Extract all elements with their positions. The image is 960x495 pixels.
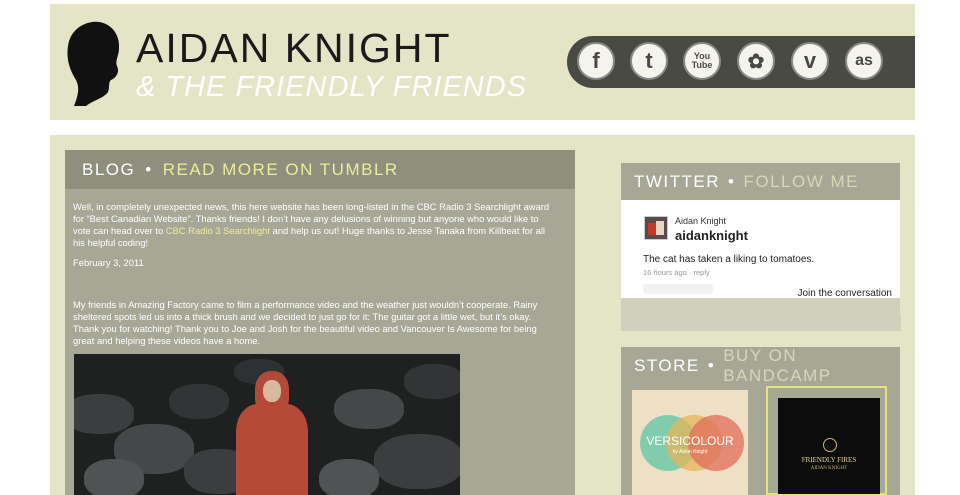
cbc-searchlight-link[interactable]: CBC Radio 3 Searchlight <box>166 225 270 236</box>
tweet-time[interactable]: 16 hours ago <box>643 268 687 277</box>
store-heading: STORE <box>634 355 700 375</box>
twitter-avatar[interactable] <box>644 216 668 240</box>
store-panel: STORE • BUY ON BANDCAMP VERSICOLOUR by A… <box>621 346 900 495</box>
blog-heading-separator: • <box>145 159 153 179</box>
tweet-meta-dot: · <box>688 268 692 277</box>
album1-title: VERSICOLOUR <box>646 434 734 448</box>
site-subtitle: & THE FRIENDLY FRIENDS <box>136 71 528 103</box>
twitter-footer <box>621 298 900 331</box>
twitter-footer-notch <box>879 316 901 332</box>
performance-video[interactable] <box>74 354 460 495</box>
blog-post-1: Well, in completely unexpected news, thi… <box>73 201 553 249</box>
twitter-heading-separator: • <box>728 171 736 191</box>
twitter-header: TWITTER • FOLLOW ME <box>621 163 900 200</box>
blog-heading: BLOG <box>82 159 136 179</box>
twitter-icon[interactable]: t <box>630 42 668 80</box>
album1-artist: by Aidan Knight <box>672 449 708 455</box>
twitter-widget: TWITTER • FOLLOW ME Aidan Knight aidankn… <box>621 163 901 333</box>
youtube-icon[interactable]: You Tube <box>683 42 721 80</box>
blog-panel: BLOG • READ MORE ON TUMBLR Well, in comp… <box>65 150 575 495</box>
store-header: STORE • BUY ON BANDCAMP <box>621 346 900 386</box>
twitter-heading: TWITTER <box>634 171 721 191</box>
tweet-author-name: Aidan Knight <box>675 216 727 226</box>
tweet-meta: 16 hours ago · reply <box>643 268 710 277</box>
album2-artist: AIDAN KNIGHT <box>810 466 848 471</box>
profile-silhouette-icon <box>67 21 120 106</box>
store-heading-separator: • <box>707 355 716 375</box>
site-title[interactable]: AIDAN KNIGHT <box>136 26 452 70</box>
tweet-author-handle[interactable]: aidanknight <box>675 228 748 243</box>
person-face <box>263 380 281 402</box>
lastfm-icon[interactable]: as <box>845 42 883 80</box>
post1-date: February 3, 2011 <box>73 257 144 268</box>
social-links-bar: f t You Tube ✿ v as <box>567 36 915 88</box>
tweet-reply[interactable]: reply <box>693 268 709 277</box>
person-jacket <box>236 404 308 495</box>
album2-cover: FRIENDLY FIRES AIDAN KNIGHT <box>778 398 880 494</box>
tweet-text: The cat has taken a liking to tomatoes. <box>643 254 815 265</box>
blog-post-2: My friends in Amazing Factory came to fi… <box>73 299 538 346</box>
vimeo-icon[interactable]: v <box>791 42 829 80</box>
tweet-card: Aidan Knight aidanknight The cat has tak… <box>621 200 900 299</box>
buy-on-bandcamp-link[interactable]: BUY ON BANDCAMP <box>723 346 900 386</box>
twitter-logo-watermark <box>643 284 713 294</box>
follow-me-link[interactable]: FOLLOW ME <box>744 172 860 192</box>
album-friendly-fires[interactable]: FRIENDLY FIRES AIDAN KNIGHT <box>766 386 887 495</box>
site-header: AIDAN KNIGHT & THE FRIENDLY FRIENDS f t … <box>50 4 915 120</box>
album-versicolour[interactable]: VERSICOLOUR by Aidan Knight <box>632 390 748 495</box>
album2-emblem-icon <box>823 438 837 452</box>
blog-header: BLOG • READ MORE ON TUMBLR <box>65 150 575 189</box>
read-more-tumblr-link[interactable]: READ MORE ON TUMBLR <box>163 160 399 180</box>
facebook-icon[interactable]: f <box>577 42 615 80</box>
album2-title: FRIENDLY FIRES <box>801 456 857 464</box>
flower-icon[interactable]: ✿ <box>737 42 775 80</box>
